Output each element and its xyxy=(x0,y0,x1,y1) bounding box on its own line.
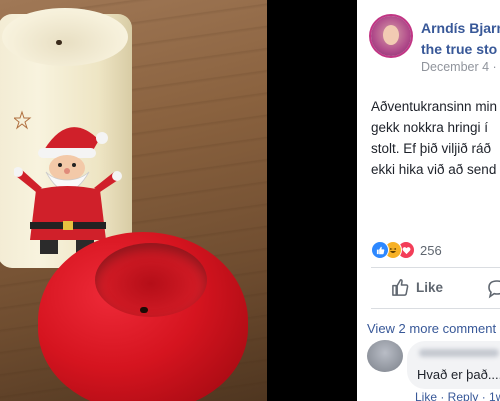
divider xyxy=(371,308,500,309)
red-candle-top xyxy=(95,243,207,317)
view-more-comments-link[interactable]: View 2 more comment xyxy=(367,321,496,336)
post-body-line: gekk nokkra hringi í xyxy=(371,120,489,135)
commenter-avatar[interactable] xyxy=(367,340,403,372)
author-name-line-2[interactable]: the true sto xyxy=(421,39,500,60)
post-body: Aðventukransinn min gekk nokkra hringi í… xyxy=(371,96,500,180)
commenter-name-blurred[interactable] xyxy=(419,349,499,357)
white-candle-top xyxy=(2,8,128,66)
post-body-line: Aðventukransinn min xyxy=(371,99,498,114)
post-photo[interactable] xyxy=(0,0,267,401)
author-avatar[interactable] xyxy=(371,16,411,56)
post-date[interactable]: December 4 · xyxy=(421,60,497,74)
author-name[interactable]: Arndís Bjarn the true sto xyxy=(421,18,500,60)
comment-actions[interactable]: Like · Reply · 1w xyxy=(415,390,500,401)
post-panel: Arndís Bjarn the true sto December 4 · A… xyxy=(357,0,500,401)
reactions-summary[interactable]: 256 xyxy=(371,240,442,260)
like-reaction-icon xyxy=(371,241,389,259)
post-body-line: ekki hika við að send xyxy=(371,162,497,177)
post-body-line: stolt. Ef þið viljið ráð xyxy=(371,141,492,156)
viewer-gutter xyxy=(267,0,357,401)
comment-icon[interactable] xyxy=(487,279,500,299)
avatar-face xyxy=(383,25,399,45)
author-name-line-1[interactable]: Arndís Bjarn xyxy=(421,18,500,39)
like-label: Like xyxy=(416,280,444,295)
white-candle-wick xyxy=(56,40,62,45)
like-button[interactable]: Like xyxy=(391,278,443,297)
comment-text: Hvað er það.... xyxy=(417,367,500,382)
red-candle-wick xyxy=(140,307,148,313)
thumbs-up-icon xyxy=(392,279,409,296)
divider xyxy=(371,267,500,268)
reaction-count[interactable]: 256 xyxy=(420,243,442,258)
